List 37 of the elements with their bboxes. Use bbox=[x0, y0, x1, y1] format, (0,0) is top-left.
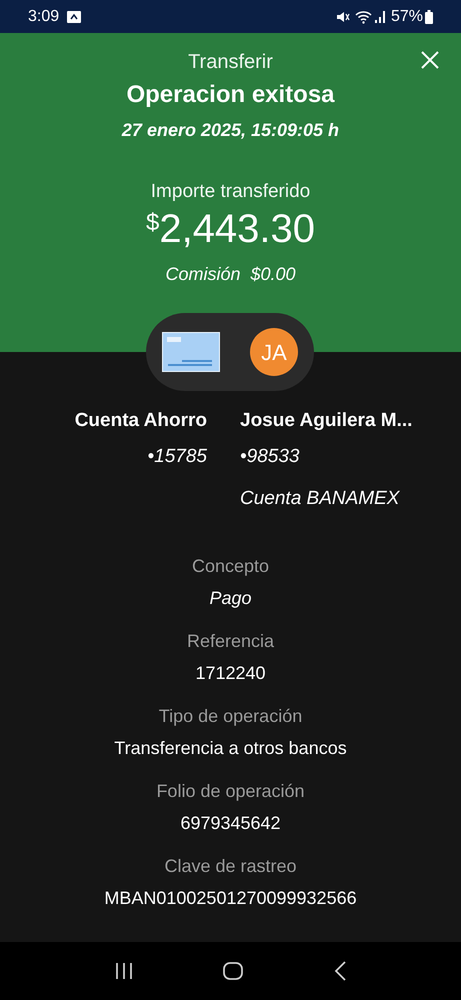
amount-label: Importe transferido bbox=[150, 180, 310, 204]
wifi-icon bbox=[354, 10, 372, 24]
fee-value: $0.00 bbox=[250, 262, 296, 286]
detail-label: Concepto bbox=[192, 554, 270, 578]
currency-symbol: $ bbox=[146, 210, 160, 234]
recent-apps-icon[interactable] bbox=[115, 963, 134, 979]
close-icon bbox=[421, 51, 439, 69]
battery-percent: 57% bbox=[390, 6, 423, 26]
mute-icon bbox=[336, 10, 350, 24]
clock-time: 3:09 bbox=[28, 6, 60, 26]
detail-label: Clave de rastreo bbox=[164, 854, 297, 878]
success-heading: Operacion exitosa bbox=[126, 81, 335, 109]
origin-account-number: •15785 bbox=[148, 444, 207, 468]
fee-label: Comisión bbox=[165, 262, 240, 286]
back-icon[interactable] bbox=[334, 961, 346, 981]
recipient-name: Josue Aguilera M... bbox=[240, 409, 412, 433]
signal-icon bbox=[374, 10, 387, 23]
detail-value: 1712240 bbox=[195, 662, 266, 684]
bank-card-icon bbox=[162, 332, 220, 372]
close-button[interactable] bbox=[419, 49, 441, 71]
recipient-bank: Cuenta BANAMEX bbox=[240, 487, 400, 511]
detail-value: Transferencia a otros bancos bbox=[114, 736, 347, 760]
transfer-datetime: 27 enero 2025, 15:09:05 h bbox=[122, 119, 340, 142]
detail-label: Folio de operación bbox=[156, 780, 305, 802]
battery-icon bbox=[425, 10, 433, 24]
detail-label: Referencia bbox=[186, 630, 274, 652]
home-icon[interactable] bbox=[223, 962, 244, 980]
recipient-account-number: •98533 bbox=[240, 444, 300, 468]
contact-avatar: JA bbox=[250, 328, 298, 376]
amount-value: 2,443.30 bbox=[159, 208, 316, 248]
detail-value: Pago bbox=[209, 586, 252, 610]
origin-account-name: Cuenta Ahorro bbox=[74, 409, 207, 433]
detail-label: Tipo de operación bbox=[158, 704, 302, 728]
notification-icon bbox=[67, 10, 82, 22]
detail-value: 6979345642 bbox=[180, 812, 281, 834]
detail-value: MBAN01002501270099932566 bbox=[104, 886, 357, 910]
screen-title: Transferir bbox=[188, 50, 273, 75]
